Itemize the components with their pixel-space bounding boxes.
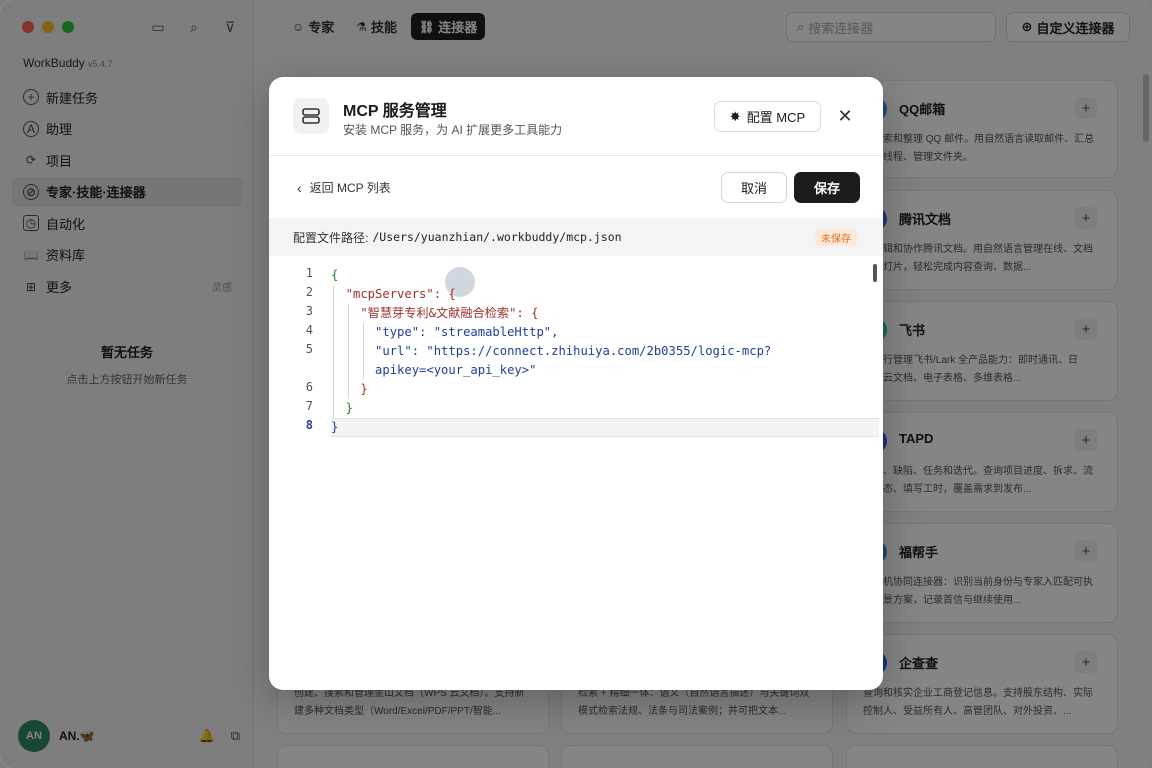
close-icon[interactable]: ✕	[835, 106, 855, 126]
back-to-mcp-list-link[interactable]: ‹ 返回 MCP 列表	[297, 179, 391, 196]
gear-icon: ✸	[729, 108, 741, 124]
code-line: "mcpServers": {	[331, 287, 456, 301]
config-path-bar: 配置文件路径: /Users/yuanzhian/.workbuddy/mcp.…	[269, 218, 883, 256]
json-code-editor[interactable]: 1 2 3 4 5 6 7 8 { "mcpServers": { "智慧芽专利…	[269, 259, 883, 690]
current-line-highlight	[331, 418, 879, 437]
app-window: ▭ ⌕ ⊽ WorkBuddy v5.4.7 + 新建任务 A 助理 ⟳ 项目 ⊘ 专家·…	[0, 0, 1152, 768]
line-number: 3	[305, 304, 313, 318]
code-line: apikey=<your_api_key>"	[331, 363, 537, 377]
code-line: "type": "streamableHttp",	[331, 325, 559, 339]
dialog-subtitle: 安装 MCP 服务，为 AI 扩展更多工具能力	[343, 123, 563, 137]
line-number: 1	[305, 266, 313, 280]
line-number: 7	[305, 399, 313, 413]
save-button[interactable]: 保存	[794, 172, 860, 203]
code-line: }	[331, 382, 368, 396]
back-label: 返回 MCP 列表	[309, 181, 391, 195]
unsaved-badge: 未保存	[815, 229, 857, 246]
path-value: /Users/yuanzhian/.workbuddy/mcp.json	[372, 230, 622, 244]
mcp-management-dialog: MCP 服务管理 安装 MCP 服务，为 AI 扩展更多工具能力 ✸ 配置 MCP…	[269, 77, 883, 690]
configure-mcp-label: 配置 MCP	[746, 110, 806, 125]
dialog-title: MCP 服务管理	[343, 103, 447, 120]
server-icon	[293, 98, 329, 134]
line-number: 5	[305, 342, 313, 356]
line-number: 2	[305, 285, 313, 299]
editor-scrollbar[interactable]	[873, 264, 877, 282]
code-line: }	[331, 401, 354, 415]
configure-mcp-button[interactable]: ✸ 配置 MCP	[714, 101, 821, 132]
code-line: {	[331, 268, 339, 282]
line-number: 4	[305, 323, 313, 337]
line-number: 8	[305, 418, 313, 432]
path-label: 配置文件路径:	[293, 230, 369, 245]
line-number: 6	[305, 380, 313, 394]
code-line: "智慧芽专利&文献融合检索": {	[331, 306, 539, 320]
code-line: "url": "https://connect.zhihuiya.com/2b0…	[331, 344, 772, 358]
cancel-button[interactable]: 取消	[721, 172, 787, 203]
code-line: }	[331, 420, 339, 434]
chevron-left-icon: ‹	[297, 179, 302, 196]
dialog-header: MCP 服务管理 安装 MCP 服务，为 AI 扩展更多工具能力 ✸ 配置 MCP…	[269, 77, 883, 156]
